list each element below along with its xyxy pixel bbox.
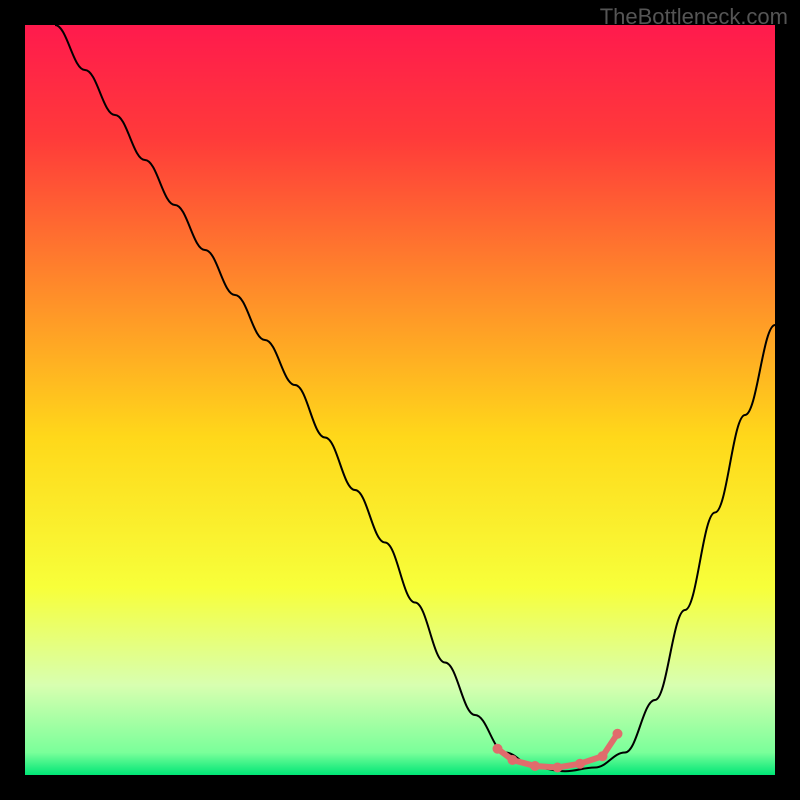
- watermark-text: TheBottleneck.com: [600, 4, 788, 30]
- optimal-zone-point: [493, 744, 503, 754]
- chart-svg: [25, 25, 775, 775]
- optimal-zone-point: [530, 761, 540, 771]
- optimal-zone-point: [575, 759, 585, 769]
- gradient-background: [25, 25, 775, 775]
- optimal-zone-point: [598, 751, 608, 761]
- optimal-zone-point: [553, 763, 563, 773]
- optimal-zone-point: [508, 755, 518, 765]
- chart-container: TheBottleneck.com: [0, 0, 800, 800]
- optimal-zone-point: [613, 729, 623, 739]
- plot-area: [25, 25, 775, 775]
